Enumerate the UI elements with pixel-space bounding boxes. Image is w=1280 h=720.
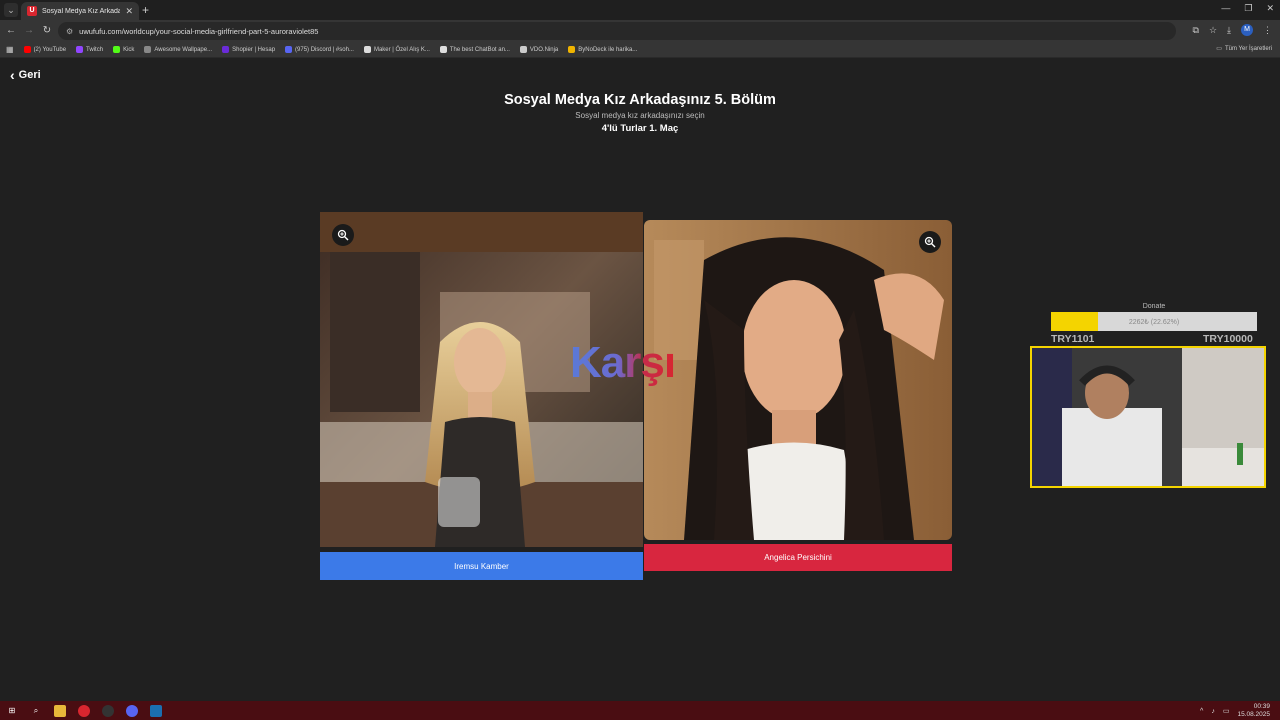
apps-grid-icon[interactable]: ▦ bbox=[6, 45, 14, 54]
twitch-icon bbox=[76, 46, 84, 53]
uwufufu-favicon-icon: U bbox=[27, 6, 37, 16]
url-text: uwufufu.com/worldcup/your-social-media-g… bbox=[79, 26, 319, 36]
reload-icon[interactable]: ↻ bbox=[40, 24, 54, 38]
clock[interactable]: 00:39 15.08.2025 bbox=[1237, 703, 1270, 719]
bookmark-label: ByNoDeck ile harika... bbox=[578, 46, 638, 53]
address-bar: ← → ↻ ⚙ uwufufu.com/worldcup/your-social… bbox=[0, 20, 1280, 42]
zoom-in-icon[interactable] bbox=[919, 231, 941, 253]
bookmark-item[interactable]: The best ChatBot an... bbox=[439, 46, 510, 53]
donate-progress-text: 2262₺ (22.62%) bbox=[1128, 318, 1180, 326]
clock-date: 15.08.2025 bbox=[1237, 711, 1270, 718]
chatbot-icon bbox=[439, 46, 447, 53]
maker-icon bbox=[363, 46, 371, 53]
tab-search-icon[interactable]: ⌄ bbox=[4, 3, 18, 17]
url-omnibox[interactable]: ⚙ uwufufu.com/worldcup/your-social-media… bbox=[58, 22, 1176, 40]
webcam-overlay bbox=[1030, 346, 1266, 488]
bookmark-label: Shopier | Hesap bbox=[232, 46, 276, 53]
youtube-icon bbox=[23, 46, 31, 53]
bookmark-item[interactable]: Twitch bbox=[76, 46, 103, 53]
clock-time: 00:39 bbox=[1253, 703, 1270, 710]
toolbar-actions: ⧉ ☆ ⤓ M ⋮ bbox=[1193, 24, 1272, 36]
bookmark-item[interactable]: (975) Discord | #soh... bbox=[285, 46, 354, 53]
tab-close-icon[interactable]: ✕ bbox=[125, 6, 133, 17]
close-window-icon[interactable]: ✕ bbox=[1266, 3, 1274, 14]
active-tab[interactable]: U Sosyal Medya Kız Arkadaşınız 5 ✕ bbox=[21, 2, 139, 20]
bookmark-item[interactable]: Maker | Özel Alış K... bbox=[363, 46, 430, 53]
back-arrow-icon[interactable]: ← bbox=[4, 24, 18, 38]
bookmark-label: The best ChatBot an... bbox=[449, 46, 510, 53]
search-icon[interactable]: ⌕ bbox=[30, 705, 42, 717]
bynodeck-icon bbox=[568, 46, 576, 53]
minimize-icon[interactable]: — bbox=[1221, 3, 1230, 14]
bookmark-label: Awesome Wallpape... bbox=[154, 46, 213, 53]
menu-kebab-icon[interactable]: ⋮ bbox=[1263, 25, 1272, 36]
obs-icon[interactable] bbox=[102, 704, 114, 717]
candidate-right-card[interactable] bbox=[644, 220, 952, 540]
tray-chevron-up-icon[interactable]: ^ bbox=[1200, 708, 1203, 715]
select-right-candidate-button[interactable]: Angelica Persichini bbox=[644, 544, 952, 571]
bookmark-item[interactable]: Kick bbox=[113, 46, 134, 53]
bookmark-item[interactable]: (2) YouTube bbox=[23, 46, 67, 53]
network-icon[interactable]: ▭ bbox=[1223, 707, 1230, 715]
all-bookmarks-button[interactable]: ▭ Tüm Yer İşaretleri bbox=[1216, 45, 1272, 53]
chrome-icon[interactable] bbox=[78, 704, 90, 717]
site-info-icon[interactable]: ⚙ bbox=[66, 27, 73, 36]
page-subtitle: Sosyal medya kız arkadaşınızı seçin bbox=[575, 111, 705, 120]
zoom-in-icon[interactable] bbox=[332, 224, 354, 246]
volume-icon[interactable]: ♪ bbox=[1211, 708, 1215, 715]
profile-avatar[interactable]: M bbox=[1241, 24, 1253, 36]
forward-arrow-icon[interactable]: → bbox=[22, 24, 36, 38]
wallpaper-icon bbox=[144, 46, 152, 53]
windows-start-icon[interactable]: ⊞ bbox=[6, 705, 18, 717]
all-bookmarks-label: Tüm Yer İşaretleri bbox=[1224, 45, 1272, 52]
bookmark-item[interactable]: Awesome Wallpape... bbox=[144, 46, 212, 53]
system-tray: ^ ♪ ▭ 00:39 15.08.2025 bbox=[1200, 703, 1270, 719]
tab-bar: ⌄ U Sosyal Medya Kız Arkadaşınız 5 ✕ + —… bbox=[0, 0, 1280, 20]
bookmark-item[interactable]: Shopier | Hesap bbox=[222, 46, 275, 53]
chevron-left-icon: ‹ bbox=[10, 67, 15, 83]
folder-icon: ▭ bbox=[1216, 46, 1222, 52]
back-link[interactable]: ‹ Geri bbox=[10, 68, 41, 82]
bookmarks-bar: ▦ (2) YouTube Twitch Kick Awesome Wallpape.… bbox=[0, 42, 1280, 58]
round-indicator: 4'lü Turlar 1. Maç bbox=[601, 123, 679, 134]
bookmark-list: (2) YouTube Twitch Kick Awesome Wallpape...… bbox=[23, 46, 637, 53]
window-controls: — ❐ ✕ bbox=[1221, 3, 1274, 14]
bookmark-label: (2) YouTube bbox=[33, 46, 67, 53]
restore-icon[interactable]: ❐ bbox=[1244, 3, 1252, 14]
select-left-candidate-button[interactable]: Iremsu Kamber bbox=[320, 552, 643, 580]
bookmark-label: (975) Discord | #soh... bbox=[295, 46, 354, 53]
bookmark-label: Maker | Özel Alış K... bbox=[373, 46, 430, 53]
shopier-icon bbox=[222, 46, 230, 53]
bookmark-label: Kick bbox=[123, 46, 135, 53]
worldcup-page: ‹ Geri Sosyal Medya Kız Arkadaşınız 5. B… bbox=[0, 58, 1280, 701]
page-header: Sosyal Medya Kız Arkadaşınız 5. Bölüm So… bbox=[0, 92, 1280, 134]
bookmark-item[interactable]: ByNoDeck ile harika... bbox=[568, 46, 637, 53]
discord-icon[interactable] bbox=[126, 704, 138, 717]
donate-progress-bar: 2262₺ (22.62%) bbox=[1051, 312, 1257, 331]
kick-icon bbox=[113, 46, 121, 53]
tab-title: Sosyal Medya Kız Arkadaşınız 5 bbox=[42, 7, 121, 15]
steam-icon[interactable] bbox=[150, 704, 162, 717]
new-tab-plus-icon[interactable]: + bbox=[142, 3, 149, 17]
download-icon[interactable]: ⤓ bbox=[1227, 25, 1231, 36]
vdoninja-icon bbox=[519, 46, 527, 53]
bookmark-label: VDO.Ninja bbox=[529, 46, 559, 53]
bookmark-label: Twitch bbox=[86, 46, 104, 53]
donate-max-amount: TRY10000 bbox=[1203, 333, 1253, 345]
donate-label: Donate bbox=[1142, 303, 1166, 310]
bookmark-item[interactable]: VDO.Ninja bbox=[519, 46, 559, 53]
back-label: Geri bbox=[18, 69, 41, 81]
candidate-right-photo[interactable] bbox=[644, 220, 952, 540]
webcam-feed bbox=[1032, 348, 1264, 486]
windows-taskbar: ⊞ ⌕ ^ ♪ ▭ 00:39 15.08.2025 bbox=[0, 701, 1280, 720]
page-title: Sosyal Medya Kız Arkadaşınız 5. Bölüm bbox=[504, 92, 776, 108]
translate-icon[interactable]: ⧉ bbox=[1193, 25, 1199, 36]
discord-icon bbox=[285, 46, 293, 53]
bookmark-star-icon[interactable]: ☆ bbox=[1209, 25, 1217, 36]
versus-label: Karşı bbox=[570, 338, 676, 387]
donate-min-amount: TRY1101 bbox=[1051, 333, 1095, 345]
file-explorer-icon[interactable] bbox=[54, 704, 66, 717]
